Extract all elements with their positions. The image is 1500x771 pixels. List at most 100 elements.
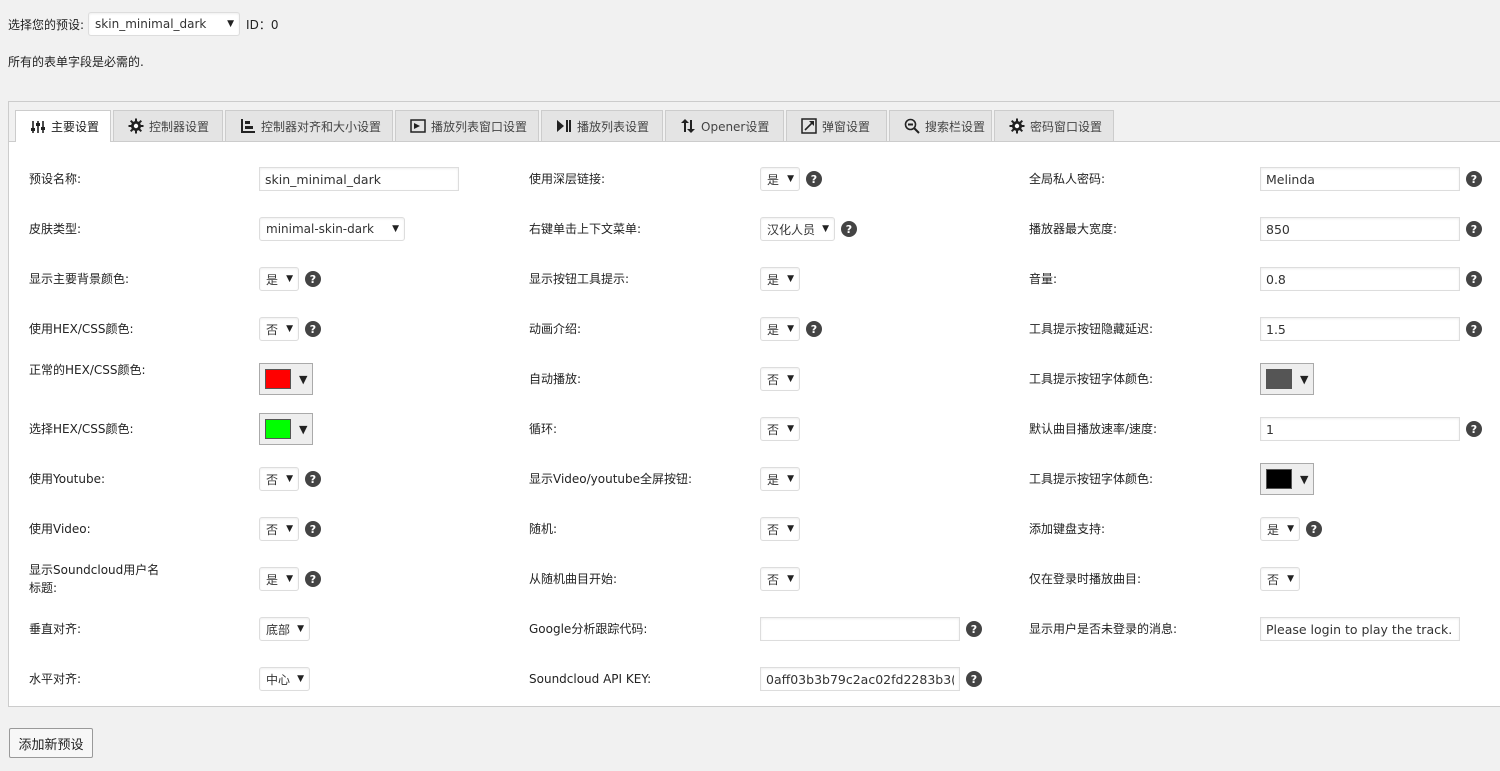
text-input[interactable] xyxy=(1260,617,1460,641)
color-swatch xyxy=(1266,469,1292,489)
tab-6[interactable]: Opener设置 xyxy=(665,110,784,141)
up-down-arrows-icon xyxy=(680,118,696,134)
field-label: 正常的HEX/CSS颜色: xyxy=(29,363,146,377)
text-input[interactable] xyxy=(1260,167,1460,191)
select-dropdown[interactable]: 否 ▼ xyxy=(760,567,800,591)
dropdown-arrow-icon: ▼ xyxy=(392,224,399,234)
color-picker[interactable]: ▼ xyxy=(259,363,313,395)
dropdown-arrow-icon: ▼ xyxy=(787,274,794,284)
gear-icon xyxy=(128,118,144,134)
preset-row: 选择您的预设: skin_minimal_dark ▼ ID：0 xyxy=(8,11,278,37)
color-picker[interactable]: ▼ xyxy=(259,413,313,445)
field-label: 显示主要背景颜色: xyxy=(29,272,130,286)
select-dropdown[interactable]: 否 ▼ xyxy=(1260,567,1300,591)
help-icon[interactable]: ? xyxy=(806,171,822,187)
help-icon[interactable]: ? xyxy=(305,521,321,537)
field-label: 工具提示按钮隐藏延迟: xyxy=(1029,322,1154,336)
select-value: 是 xyxy=(266,272,279,287)
field-label: 垂直对齐: xyxy=(29,622,82,636)
field-label: 水平对齐: xyxy=(29,672,82,686)
help-icon[interactable]: ? xyxy=(1306,521,1322,537)
select-dropdown[interactable]: 是 ▼ xyxy=(760,167,800,191)
field-label: 显示Soundcloud用户名标题: xyxy=(29,563,160,595)
add-new-preset-button[interactable]: 添加新预设 xyxy=(9,728,93,758)
tab-1[interactable]: 主要设置 xyxy=(15,110,111,142)
select-dropdown[interactable]: 是 ▼ xyxy=(760,467,800,491)
dropdown-arrow-icon: ▼ xyxy=(286,324,293,334)
help-icon[interactable]: ? xyxy=(966,621,982,637)
select-dropdown[interactable]: 否 ▼ xyxy=(760,417,800,441)
dropdown-arrow-icon: ▼ xyxy=(787,324,794,334)
select-dropdown[interactable]: 是 ▼ xyxy=(259,567,299,591)
field-label: 显示按钮工具提示: xyxy=(529,272,630,286)
select-value: 是 xyxy=(1267,522,1280,537)
text-input[interactable] xyxy=(1260,317,1460,341)
help-icon[interactable]: ? xyxy=(1466,271,1482,287)
select-dropdown[interactable]: 是 ▼ xyxy=(1260,517,1300,541)
text-input[interactable] xyxy=(760,617,960,641)
color-swatch xyxy=(1266,369,1292,389)
field-label: 显示Video/youtube全屏按钮: xyxy=(529,472,693,486)
select-dropdown[interactable]: 否 ▼ xyxy=(259,517,299,541)
tab-2[interactable]: 控制器设置 xyxy=(113,110,223,141)
preset-select[interactable]: skin_minimal_dark ▼ xyxy=(88,12,241,36)
select-value: 否 xyxy=(1267,572,1280,587)
dropdown-arrow-icon: ▼ xyxy=(787,424,794,434)
select-dropdown[interactable]: 是 ▼ xyxy=(259,267,299,291)
tab-9[interactable]: 密码窗口设置 xyxy=(994,110,1114,141)
select-value: 否 xyxy=(266,522,279,537)
field-label: 选择HEX/CSS颜色: xyxy=(29,422,134,436)
align-bars-icon xyxy=(240,118,256,134)
select-dropdown[interactable]: 中心 ▼ xyxy=(259,667,310,691)
select-dropdown[interactable]: 否 ▼ xyxy=(760,517,800,541)
field-label: 默认曲目播放速率/速度: xyxy=(1029,422,1158,436)
dropdown-arrow-icon: ▼ xyxy=(299,372,308,386)
select-value: 否 xyxy=(767,372,780,387)
help-icon[interactable]: ? xyxy=(305,571,321,587)
text-input[interactable] xyxy=(1260,217,1460,241)
tab-8[interactable]: 搜索栏设置 xyxy=(889,110,992,141)
field-label: 音量: xyxy=(1029,272,1058,286)
select-dropdown[interactable]: 否 ▼ xyxy=(760,367,800,391)
select-dropdown[interactable]: 底部 ▼ xyxy=(259,617,310,641)
tab-7[interactable]: 弹窗设置 xyxy=(786,110,887,141)
field-label: 工具提示按钮字体颜色: xyxy=(1029,372,1154,386)
dropdown-arrow-icon: ▼ xyxy=(787,524,794,534)
color-picker[interactable]: ▼ xyxy=(1260,363,1314,395)
select-value: 否 xyxy=(266,472,279,487)
field-label: 使用Video: xyxy=(29,522,91,536)
select-value: minimal-skin-dark xyxy=(266,222,374,236)
dropdown-arrow-icon: ▼ xyxy=(1300,372,1309,386)
help-icon[interactable]: ? xyxy=(305,271,321,287)
help-icon[interactable]: ? xyxy=(1466,421,1482,437)
tab-3[interactable]: 控制器对齐和大小设置 xyxy=(225,110,393,141)
select-dropdown[interactable]: minimal-skin-dark ▼ xyxy=(259,217,405,241)
tab-5[interactable]: 播放列表设置 xyxy=(541,110,663,141)
help-icon[interactable]: ? xyxy=(841,221,857,237)
text-input[interactable] xyxy=(1260,417,1460,441)
select-dropdown[interactable]: 汉化人员 ▼ xyxy=(760,217,835,241)
text-input[interactable] xyxy=(259,167,459,191)
color-swatch xyxy=(265,369,291,389)
dropdown-arrow-icon: ▼ xyxy=(227,19,235,29)
help-icon[interactable]: ? xyxy=(966,671,982,687)
help-icon[interactable]: ? xyxy=(1466,171,1482,187)
search-bar-icon xyxy=(904,118,920,134)
select-dropdown[interactable]: 是 ▼ xyxy=(760,267,800,291)
help-icon[interactable]: ? xyxy=(305,471,321,487)
tab-4[interactable]: 播放列表窗口设置 xyxy=(395,110,539,141)
help-icon[interactable]: ? xyxy=(806,321,822,337)
text-input[interactable] xyxy=(760,667,960,691)
field-label: 皮肤类型: xyxy=(29,222,82,236)
select-dropdown[interactable]: 否 ▼ xyxy=(259,467,299,491)
select-value: 否 xyxy=(266,322,279,337)
help-icon[interactable]: ? xyxy=(305,321,321,337)
text-input[interactable] xyxy=(1260,267,1460,291)
color-picker[interactable]: ▼ xyxy=(1260,463,1314,495)
select-dropdown[interactable]: 是 ▼ xyxy=(760,317,800,341)
help-icon[interactable]: ? xyxy=(1466,221,1482,237)
field-label: Soundcloud API KEY: xyxy=(529,672,652,686)
help-icon[interactable]: ? xyxy=(1466,321,1482,337)
tab-label: 密码窗口设置 xyxy=(1030,119,1103,134)
select-dropdown[interactable]: 否 ▼ xyxy=(259,317,299,341)
